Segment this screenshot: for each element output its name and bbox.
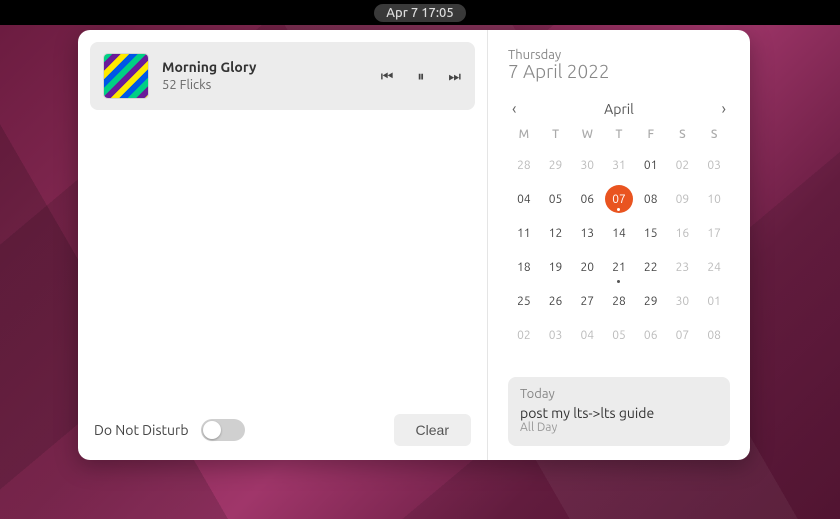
event-dot-icon [617,280,620,283]
notifications-area: Morning Glory 52 Flicks ⏮ ⏸ ⏭ [78,30,487,400]
calendar-day[interactable]: 16 [667,219,699,247]
calendar-day[interactable]: 03 [698,151,730,179]
date-full: 7 April 2022 [508,60,730,82]
event-dot-icon [617,208,620,211]
calendar-dow: F [635,128,667,145]
calendar-day[interactable]: 04 [571,321,603,349]
events-heading: Today [520,387,718,401]
calendar-day[interactable]: 09 [667,185,699,213]
calendar-day[interactable]: 08 [635,185,667,213]
calendar-day[interactable]: 10 [698,185,730,213]
event-title: post my lts->lts guide [520,405,718,421]
calendar-day[interactable]: 08 [698,321,730,349]
calendar-day[interactable]: 24 [698,253,730,281]
calendar-dow: T [603,128,635,145]
clear-button[interactable]: Clear [394,414,471,446]
media-next-icon[interactable]: ⏭ [448,68,461,85]
calendar-dow: S [667,128,699,145]
calendar-day[interactable]: 05 [540,185,572,213]
calendar-day[interactable]: 14 [603,219,635,247]
calendar-dow: S [698,128,730,145]
events-card[interactable]: Today post my lts->lts guide All Day [508,377,730,446]
calendar-day[interactable]: 31 [603,151,635,179]
dnd-label: Do Not Disturb [94,422,189,438]
calendar-dow: W [571,128,603,145]
calendar-day[interactable]: 30 [571,151,603,179]
calendar-day[interactable]: 06 [571,185,603,213]
top-bar: Apr 7 17:05 [0,0,840,25]
calendar-day[interactable]: 07 [667,321,699,349]
calendar-day-today[interactable]: 07 [605,185,633,213]
calendar-day[interactable]: 11 [508,219,540,247]
calendar-header: ‹ April › [508,100,730,118]
calendar-day[interactable]: 28 [603,287,635,315]
media-title: Morning Glory [162,59,367,77]
notifications-column: Morning Glory 52 Flicks ⏮ ⏸ ⏭ Do Not Dis… [78,30,488,460]
calendar-prev-icon[interactable]: ‹ [508,100,521,118]
calendar-grid: MTWTFSS282930310102030405060708091011121… [508,128,730,349]
calendar-column: Thursday 7 April 2022 ‹ April › MTWTFSS2… [488,30,750,460]
media-notification[interactable]: Morning Glory 52 Flicks ⏮ ⏸ ⏭ [90,42,475,110]
calendar-day[interactable]: 18 [508,253,540,281]
calendar-day[interactable]: 15 [635,219,667,247]
calendar-day[interactable]: 29 [635,287,667,315]
calendar-day[interactable]: 26 [540,287,572,315]
media-prev-icon[interactable]: ⏮ [381,68,394,85]
calendar-day[interactable]: 21 [603,253,635,281]
calendar-dow: M [508,128,540,145]
clock-pill[interactable]: Apr 7 17:05 [374,4,465,22]
calendar-day[interactable]: 04 [508,185,540,213]
media-artist: 52 Flicks [162,77,367,93]
calendar-day[interactable]: 02 [667,151,699,179]
calendar-day[interactable]: 19 [540,253,572,281]
media-controls: ⏮ ⏸ ⏭ [381,68,461,85]
dnd-control: Do Not Disturb [94,419,245,441]
media-play-icon[interactable]: ⏸ [417,68,424,85]
calendar-day[interactable]: 01 [698,287,730,315]
calendar-day[interactable]: 05 [603,321,635,349]
event-time: All Day [520,421,718,434]
calendar-month-label: April [604,101,634,117]
calendar-day[interactable]: 02 [508,321,540,349]
calendar-day[interactable]: 13 [571,219,603,247]
calendar-day[interactable]: 17 [698,219,730,247]
calendar-day[interactable]: 27 [571,287,603,315]
calendar-day[interactable]: 01 [635,151,667,179]
calendar-day[interactable]: 03 [540,321,572,349]
calendar-next-icon[interactable]: › [717,100,730,118]
calendar-day[interactable]: 29 [540,151,572,179]
calendar-dow: T [540,128,572,145]
datetime-panel: Morning Glory 52 Flicks ⏮ ⏸ ⏭ Do Not Dis… [78,30,750,460]
notifications-footer: Do Not Disturb Clear [78,400,487,460]
calendar-day[interactable]: 12 [540,219,572,247]
calendar-day[interactable]: 23 [667,253,699,281]
calendar-day[interactable]: 25 [508,287,540,315]
media-text: Morning Glory 52 Flicks [162,59,367,93]
calendar-day[interactable]: 22 [635,253,667,281]
album-art-icon [104,54,148,98]
calendar-day[interactable]: 20 [571,253,603,281]
calendar-day[interactable]: 06 [635,321,667,349]
calendar-day[interactable]: 30 [667,287,699,315]
calendar-day[interactable]: 28 [508,151,540,179]
dnd-toggle[interactable] [201,419,245,441]
